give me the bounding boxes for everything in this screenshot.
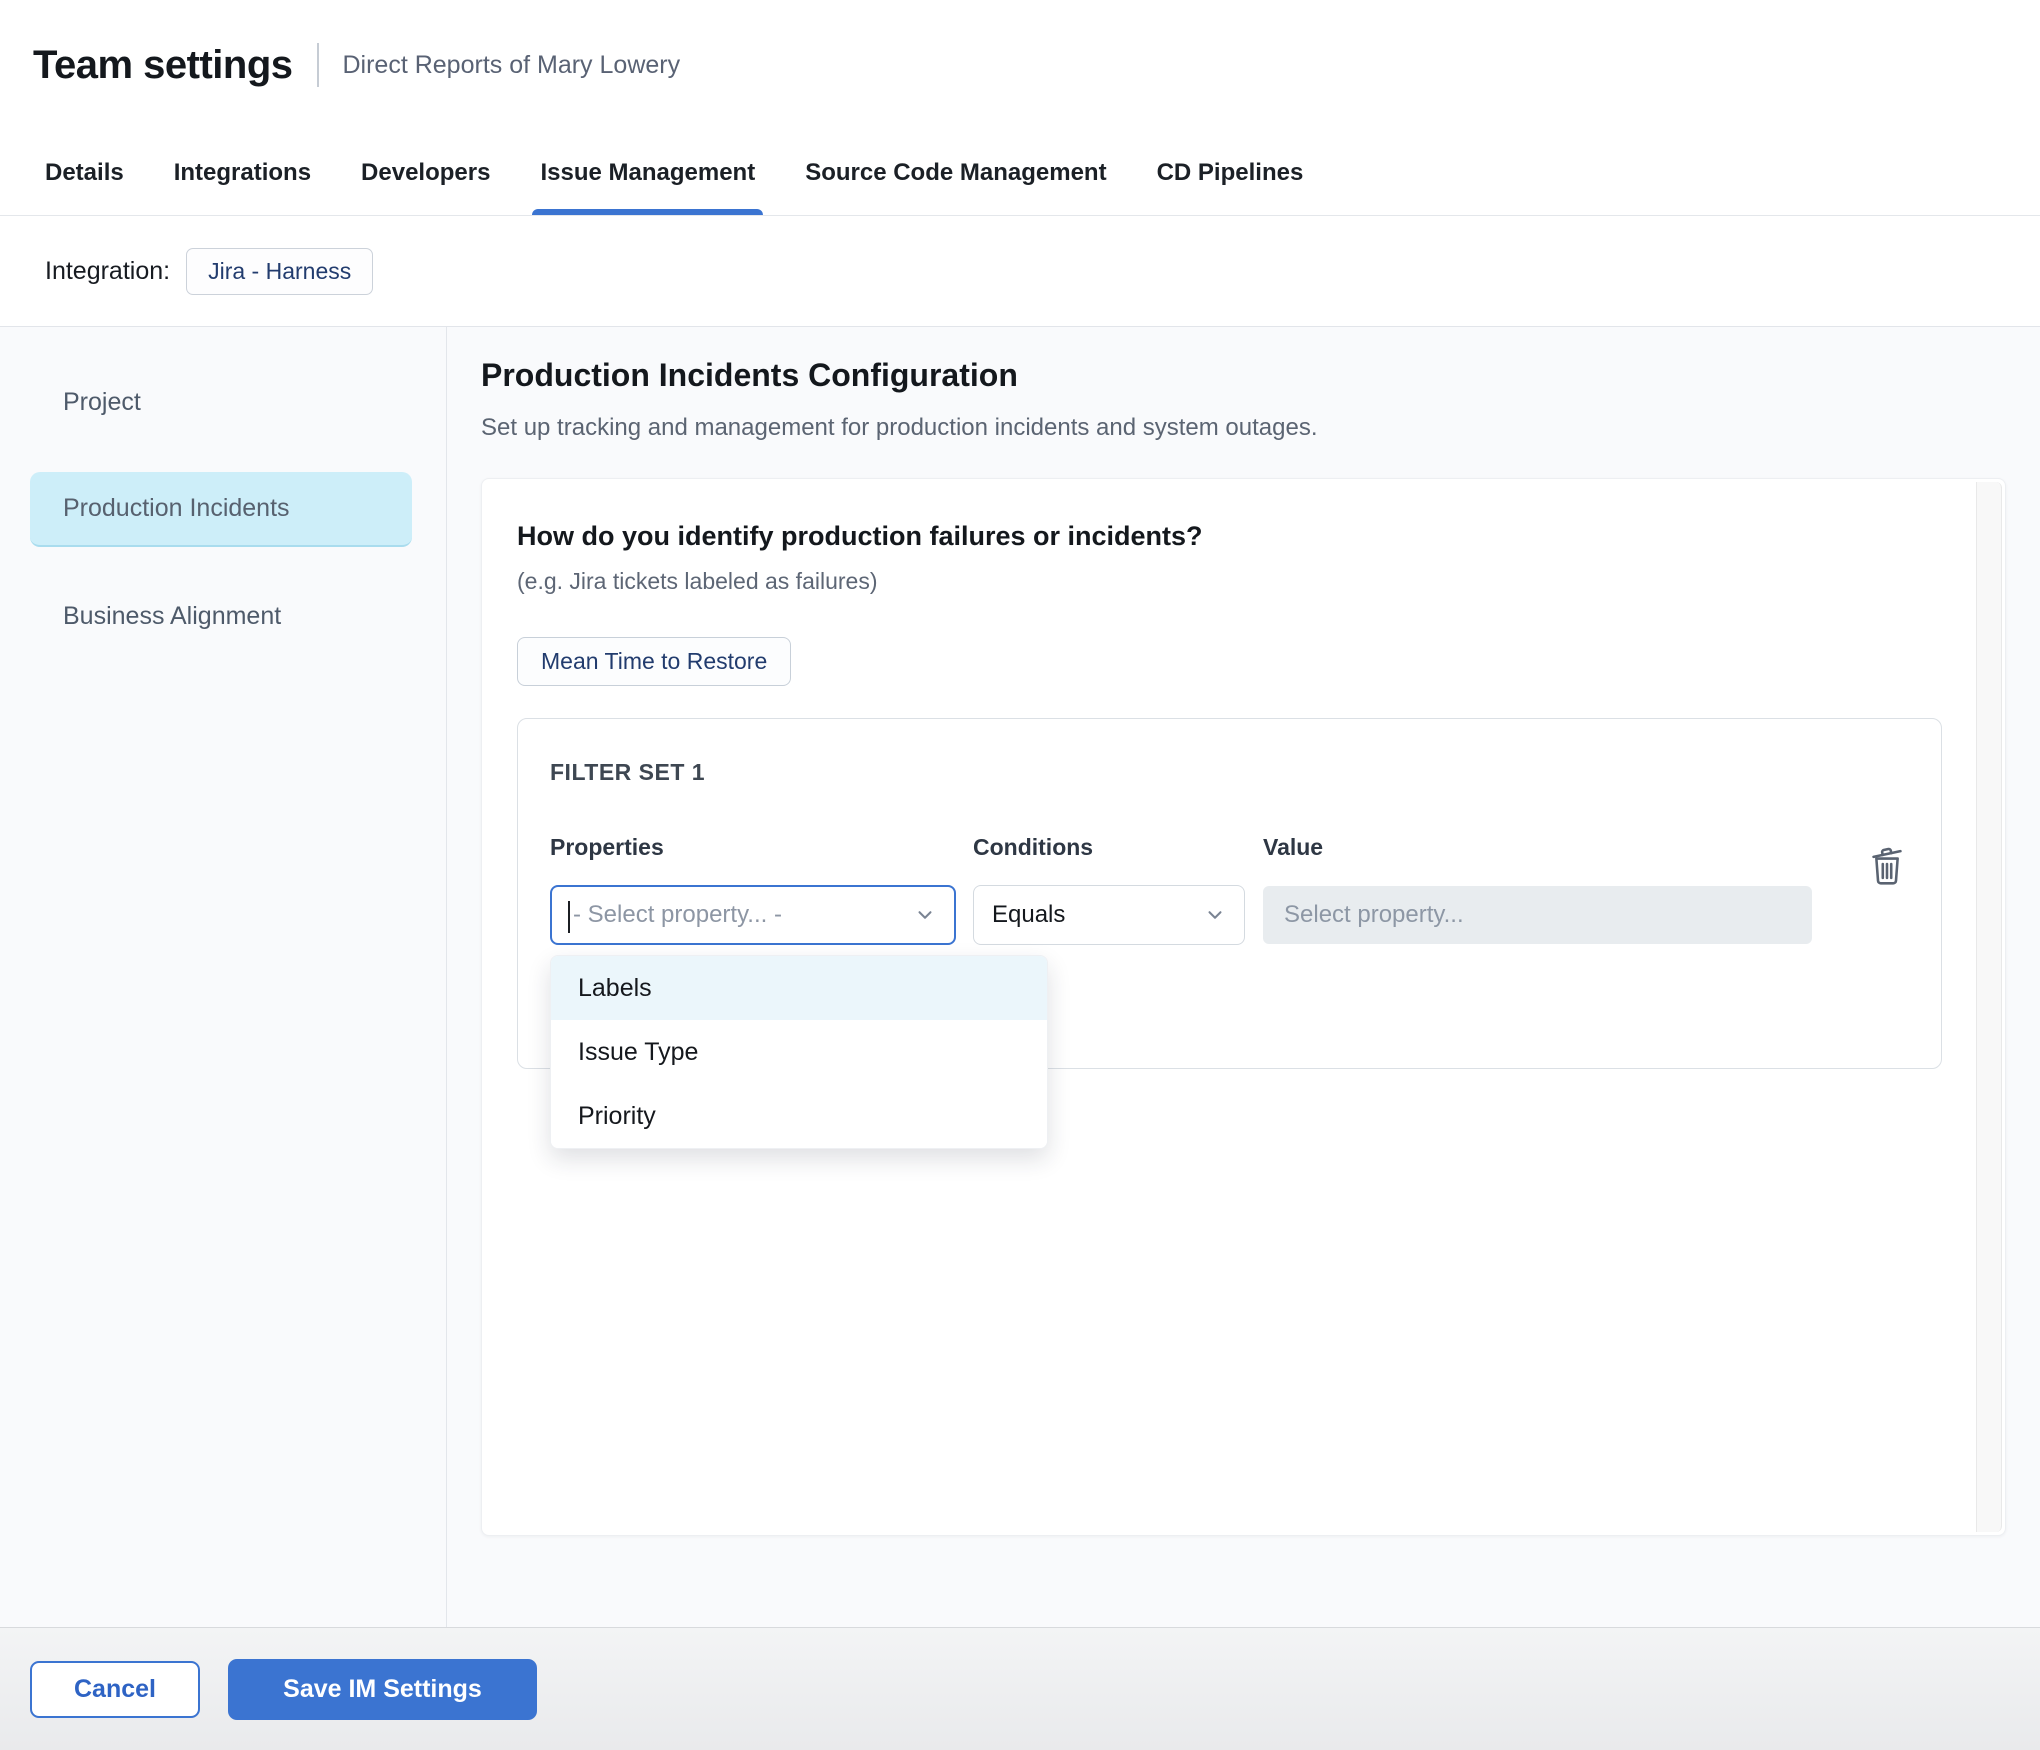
title-divider	[317, 43, 319, 87]
tab-developers[interactable]: Developers	[361, 130, 490, 215]
properties-column-label: Properties	[550, 834, 956, 861]
delete-filter-button[interactable]	[1865, 842, 1909, 891]
identify-incidents-hint: (e.g. Jira tickets labeled as failures)	[517, 568, 1970, 595]
incidents-config-card: How do you identify production failures …	[481, 478, 2006, 1536]
value-input[interactable]	[1263, 886, 1812, 944]
tab-issue-management[interactable]: Issue Management	[540, 130, 755, 215]
property-dropdown-menu: Labels Issue Type Priority	[550, 955, 1048, 1149]
page-header: Team settings Direct Reports of Mary Low…	[0, 0, 2040, 130]
property-select[interactable]: - Select property... -	[550, 885, 956, 945]
action-footer: Cancel Save IM Settings	[0, 1627, 2040, 1750]
settings-body: Project Production Incidents Business Al…	[0, 327, 2040, 1627]
filter-set-title: FILTER SET 1	[550, 759, 1909, 786]
filter-set-card: FILTER SET 1 Properties - Select propert…	[517, 718, 1942, 1069]
team-name-subtitle: Direct Reports of Mary Lowery	[343, 51, 681, 80]
tab-source-code-management[interactable]: Source Code Management	[805, 130, 1106, 215]
section-subtitle: Set up tracking and management for produ…	[481, 414, 2040, 442]
section-title: Production Incidents Configuration	[481, 357, 2040, 394]
dropdown-option-priority[interactable]: Priority	[551, 1084, 1047, 1148]
sidebar-item-business-alignment[interactable]: Business Alignment	[30, 579, 412, 654]
settings-tab-bar: Details Integrations Developers Issue Ma…	[0, 130, 2040, 216]
trash-icon	[1865, 876, 1909, 891]
page-title: Team settings	[33, 43, 293, 88]
cancel-button[interactable]: Cancel	[30, 1661, 200, 1718]
identify-incidents-question: How do you identify production failures …	[517, 521, 1970, 552]
condition-select-value: Equals	[992, 901, 1065, 929]
integration-label: Integration:	[45, 257, 170, 286]
condition-select[interactable]: Equals	[973, 885, 1245, 945]
integration-badge[interactable]: Jira - Harness	[186, 248, 373, 295]
settings-sidebar: Project Production Incidents Business Al…	[0, 327, 447, 1627]
value-column-label: Value	[1263, 834, 1812, 861]
main-content: Production Incidents Configuration Set u…	[447, 327, 2040, 1627]
dropdown-option-issue-type[interactable]: Issue Type	[551, 1020, 1047, 1084]
chevron-down-icon	[1204, 904, 1226, 926]
tab-cd-pipelines[interactable]: CD Pipelines	[1157, 130, 1304, 215]
dropdown-option-labels[interactable]: Labels	[551, 956, 1047, 1020]
sidebar-item-production-incidents[interactable]: Production Incidents	[30, 472, 412, 547]
card-scrollbar-track[interactable]	[1976, 482, 2002, 1532]
conditions-column-label: Conditions	[973, 834, 1245, 861]
integration-row: Integration: Jira - Harness	[0, 216, 2040, 327]
tab-details[interactable]: Details	[45, 130, 124, 215]
team-settings-page: Team settings Direct Reports of Mary Low…	[0, 0, 2040, 1750]
property-select-placeholder: - Select property... -	[570, 901, 782, 929]
sidebar-item-project[interactable]: Project	[30, 365, 412, 440]
chevron-down-icon	[914, 904, 936, 926]
filter-row: Properties - Select property... - Condit…	[550, 834, 1909, 945]
save-im-settings-button[interactable]: Save IM Settings	[228, 1659, 537, 1720]
tab-integrations[interactable]: Integrations	[174, 130, 311, 215]
mean-time-to-restore-chip[interactable]: Mean Time to Restore	[517, 637, 791, 686]
text-cursor	[568, 901, 570, 933]
